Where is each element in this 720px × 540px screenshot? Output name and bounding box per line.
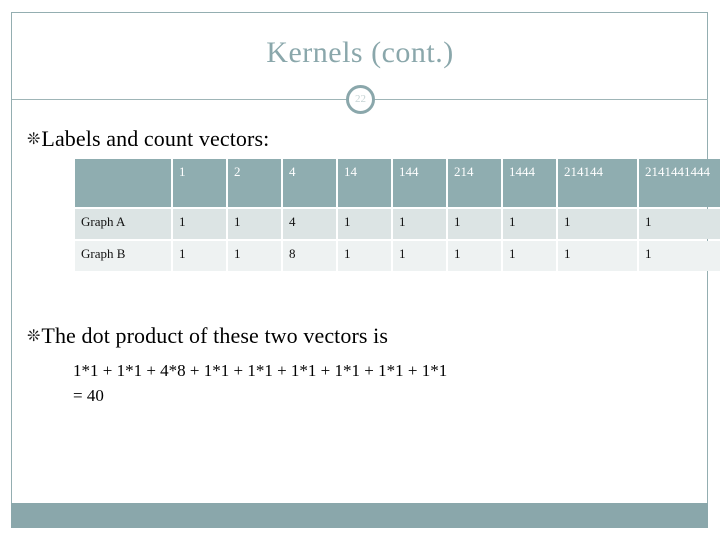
- table-header: 1 2 4 14 144 214 1444 214144 2141441444: [75, 159, 720, 207]
- table-cell: 1: [393, 241, 446, 271]
- table-cell: 1: [639, 209, 720, 239]
- table-cell: 1: [448, 209, 501, 239]
- table-cell: 1: [173, 209, 226, 239]
- page-title: Kernels (cont.): [266, 36, 454, 69]
- table-cell: 1: [228, 241, 281, 271]
- table-header-cell-6: 214: [448, 159, 501, 207]
- table-body: Graph A 1 1 4 1 1 1 1 1 1 Graph B 1 1 8 …: [75, 209, 720, 271]
- row-label-graph-b: Graph B: [75, 241, 171, 271]
- table-header-cell-9: 2141441444: [639, 159, 720, 207]
- equation-result-line: = 40: [73, 386, 104, 405]
- bullet-labels-text: Labels and count vectors:: [41, 126, 270, 151]
- table-row: Graph A 1 1 4 1 1 1 1 1 1: [75, 209, 720, 239]
- table-cell: 1: [503, 209, 556, 239]
- table-header-cell-label: [75, 159, 171, 207]
- table-cell: 1: [503, 241, 556, 271]
- count-vectors-table: 1 2 4 14 144 214 1444 214144 2141441444 …: [73, 157, 720, 273]
- row-label-graph-a: Graph A: [75, 209, 171, 239]
- table-cell: 1: [173, 241, 226, 271]
- table-cell: 1: [558, 209, 637, 239]
- table-cell: 1: [558, 241, 637, 271]
- table-header-cell-1: 1: [173, 159, 226, 207]
- table-row: Graph B 1 1 8 1 1 1 1 1 1: [75, 241, 720, 271]
- table-header-cell-8: 214144: [558, 159, 637, 207]
- table-cell: 1: [639, 241, 720, 271]
- table-cell: 4: [283, 209, 336, 239]
- bullet-labels: ❊Labels and count vectors:: [27, 126, 269, 152]
- table-header-cell-5: 144: [393, 159, 446, 207]
- table-cell: 1: [448, 241, 501, 271]
- table-header-row: 1 2 4 14 144 214 1444 214144 2141441444: [75, 159, 720, 207]
- bullet-icon: ❊: [27, 328, 41, 346]
- slide-canvas: Kernels (cont.) 22 ❊Labels and count vec…: [0, 0, 720, 540]
- table-cell: 1: [338, 241, 391, 271]
- bullet-icon: ❊: [27, 131, 41, 149]
- table-header-cell-7: 1444: [503, 159, 556, 207]
- table-cell: 1: [393, 209, 446, 239]
- table-cell: 8: [283, 241, 336, 271]
- page-number-badge: 22: [346, 85, 375, 114]
- table-cell: 1: [338, 209, 391, 239]
- bottom-accent-bar: [11, 503, 708, 528]
- table-header-cell-3: 4: [283, 159, 336, 207]
- bullet-dot-product-text: The dot product of these two vectors is: [41, 323, 389, 348]
- bullet-dot-product: ❊The dot product of these two vectors is: [27, 323, 388, 349]
- table-header-cell-4: 14: [338, 159, 391, 207]
- table-header-cell-2: 2: [228, 159, 281, 207]
- table-cell: 1: [228, 209, 281, 239]
- equation-expansion-line: 1*1 + 1*1 + 4*8 + 1*1 + 1*1 + 1*1 + 1*1 …: [73, 361, 448, 380]
